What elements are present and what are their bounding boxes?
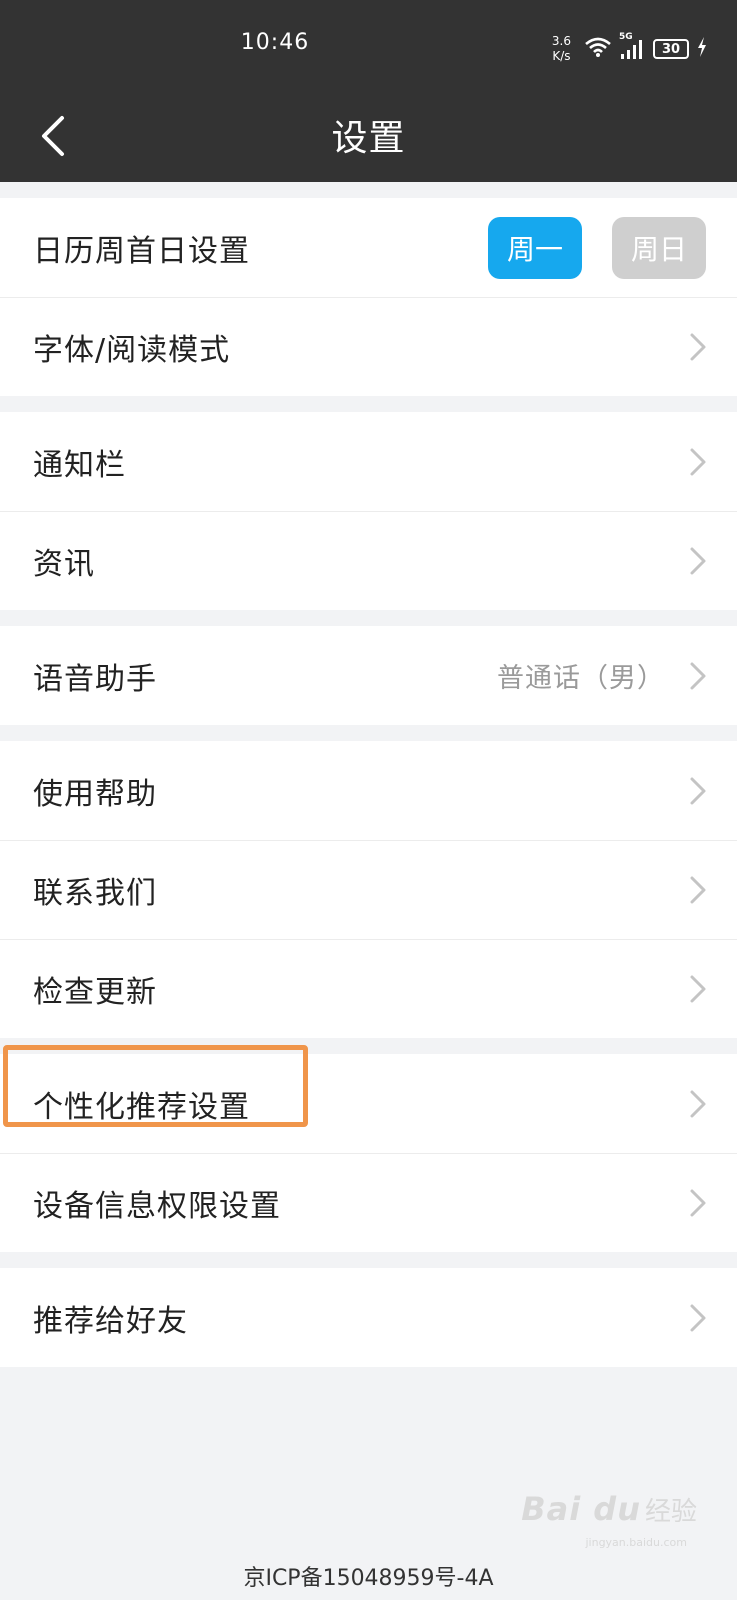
device-permission-label: 设备信息权限设置 xyxy=(33,1189,281,1224)
battery-icon: 30 xyxy=(653,39,689,59)
battery-level: 30 xyxy=(661,41,681,57)
week-start-toggle: 周一 周日 xyxy=(488,216,706,279)
chevron-right-icon xyxy=(689,1188,707,1218)
font-mode-row[interactable]: 字体/阅读模式 xyxy=(0,297,737,396)
settings-group-notify: 通知栏 资讯 xyxy=(0,412,737,610)
watermark-url: jingyan.baidu.com xyxy=(585,1536,687,1549)
chevron-right-icon xyxy=(689,661,707,691)
week-start-label: 日历周首日设置 xyxy=(33,233,250,269)
chevron-right-icon xyxy=(689,1303,707,1333)
week-start-sunday-button[interactable]: 周日 xyxy=(612,216,706,279)
settings-list: 日历周首日设置 周一 周日 字体/阅读模式 通知栏 资讯 语音助手 普通话（男）… xyxy=(0,182,737,1367)
wifi-icon xyxy=(585,37,611,61)
signal-icon: 5G xyxy=(619,32,645,60)
baidu-watermark: Bai du 经验 jingyan.baidu.com xyxy=(521,1490,697,1549)
settings-group-voice: 语音助手 普通话（男） xyxy=(0,626,737,725)
chevron-left-icon xyxy=(40,115,66,161)
recommend-friend-label: 推荐给好友 xyxy=(33,1303,188,1339)
settings-group-calendar: 日历周首日设置 周一 周日 字体/阅读模式 xyxy=(0,198,737,396)
voice-assistant-value: 普通话（男） xyxy=(497,663,665,694)
voice-assistant-label: 语音助手 xyxy=(33,661,157,697)
icp-footer: 京ICP备15048959号-4A xyxy=(243,1566,494,1591)
chevron-right-icon xyxy=(689,875,707,905)
check-update-row[interactable]: 检查更新 xyxy=(0,939,737,1038)
network-speed-value: 3.6 xyxy=(551,34,571,48)
week-start-monday-button[interactable]: 周一 xyxy=(488,216,582,279)
charging-icon xyxy=(697,37,707,61)
chevron-right-icon xyxy=(689,776,707,806)
help-label: 使用帮助 xyxy=(33,776,157,812)
network-speed-unit: K/s xyxy=(552,49,571,63)
title-bar: 设置 xyxy=(0,96,737,182)
notification-bar-label: 通知栏 xyxy=(33,447,126,483)
chevron-right-icon xyxy=(689,546,707,576)
personalized-recommendation-row[interactable]: 个性化推荐设置 xyxy=(0,1054,737,1153)
chevron-right-icon xyxy=(689,974,707,1004)
watermark-text: 经验 xyxy=(644,1497,697,1527)
status-icons: 3.6 K/s 5G 30 xyxy=(552,32,707,65)
status-bar: 10:46 3.6 K/s 5G 30 xyxy=(0,0,737,96)
status-time: 10:46 xyxy=(240,30,310,55)
contact-row[interactable]: 联系我们 xyxy=(0,840,737,939)
font-mode-label: 字体/阅读模式 xyxy=(33,333,231,368)
check-update-label: 检查更新 xyxy=(33,975,157,1010)
help-row[interactable]: 使用帮助 xyxy=(0,741,737,840)
contact-label: 联系我们 xyxy=(33,876,157,911)
news-label: 资讯 xyxy=(33,547,95,582)
page-title: 设置 xyxy=(331,118,406,159)
notification-bar-row[interactable]: 通知栏 xyxy=(0,412,737,511)
voice-assistant-row[interactable]: 语音助手 普通话（男） xyxy=(0,626,737,725)
news-row[interactable]: 资讯 xyxy=(0,511,737,610)
chevron-right-icon xyxy=(689,1089,707,1119)
settings-group-share: 推荐给好友 xyxy=(0,1268,737,1367)
personalized-recommendation-label: 个性化推荐设置 xyxy=(33,1089,250,1125)
chevron-right-icon xyxy=(689,332,707,362)
network-type: 5G xyxy=(619,32,633,42)
back-button[interactable] xyxy=(30,110,76,166)
settings-group-help: 使用帮助 联系我们 检查更新 xyxy=(0,741,737,1038)
chevron-right-icon xyxy=(689,447,707,477)
device-permission-row[interactable]: 设备信息权限设置 xyxy=(0,1153,737,1252)
settings-group-privacy: 个性化推荐设置 设备信息权限设置 xyxy=(0,1054,737,1252)
network-speed: 3.6 K/s xyxy=(552,34,571,64)
recommend-friend-row[interactable]: 推荐给好友 xyxy=(0,1268,737,1367)
watermark-logo: Bai du xyxy=(521,1490,641,1528)
week-start-row: 日历周首日设置 周一 周日 xyxy=(0,198,737,297)
